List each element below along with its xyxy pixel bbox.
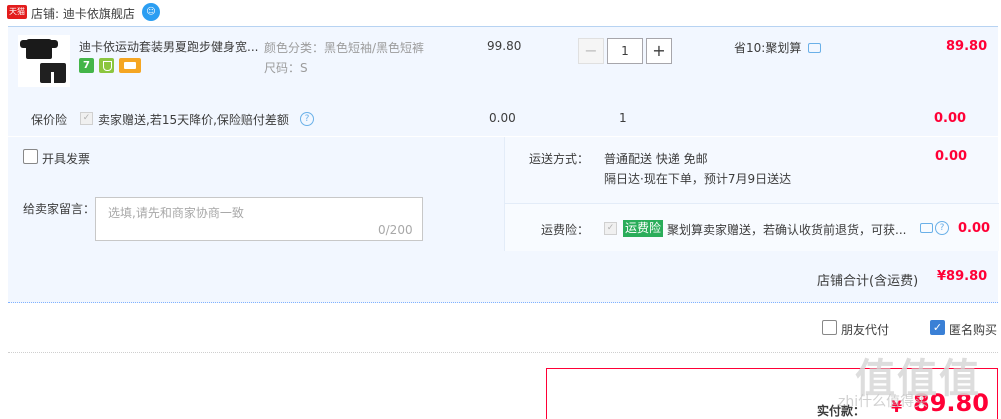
shop-subtotal-row: 店铺合计(含运费) ¥89.80 — [8, 251, 998, 303]
shipping-total: 0.00 — [935, 149, 968, 164]
options-left: 开具发票 给卖家留言： 选填,请先和商家协商一致 0/200 — [8, 137, 496, 251]
insurance-total: 0.00 — [934, 111, 967, 126]
order-options-panel: 开具发票 给卖家留言： 选填,请先和商家协商一致 0/200 运送方式： 普通配… — [8, 137, 999, 251]
freight-insurance-total: 0.00 — [958, 221, 991, 236]
freight-insurance-label: 运费险： — [541, 223, 590, 237]
item-title-link[interactable]: 迪卡依运动套装男夏跑步健身宽... — [79, 38, 258, 55]
quantity-decrease-button[interactable]: − — [578, 38, 604, 64]
freight-insurance-description: 聚划算卖家赠送，若确认收货前退货，可获... — [667, 223, 907, 237]
subtotal-label: 店铺合计(含运费) — [817, 274, 919, 289]
item-total-price: 89.80 — [946, 39, 988, 54]
sku-color: 颜色分类：黑色短袖/黑色短裤 — [264, 41, 425, 55]
insurance-description: 卖家赠送,若15天降价,保险赔付差额 — [98, 113, 289, 127]
chat-bubble-icon[interactable] — [920, 223, 933, 233]
shop-name[interactable]: 店铺: 迪卡依旗舰店 — [31, 5, 135, 22]
seller-message-input[interactable]: 选填,请先和商家协商一致 0/200 — [95, 197, 423, 241]
invoice-label[interactable]: 开具发票 — [42, 150, 90, 167]
insurance-price: 0.00 — [489, 111, 516, 125]
help-icon[interactable]: ? — [935, 221, 949, 235]
watermark-subtext: zhi什么值得买 — [838, 394, 929, 410]
anonymous-label[interactable]: 匿名购买 — [949, 321, 997, 338]
subtotal-value: ¥89.80 — [937, 269, 988, 284]
shipping-label: 运送方式： — [529, 152, 590, 166]
tmall-logo-icon: 天猫 — [7, 5, 27, 19]
wangwang-chat-icon[interactable]: ☺ — [142, 3, 160, 21]
tshirt-icon — [20, 39, 58, 59]
sku-size: 尺码：S — [264, 61, 308, 75]
promo-discount: 省10:聚划算 — [734, 41, 802, 55]
insurance-quantity: 1 — [619, 111, 627, 125]
message-placeholder: 选填,请先和商家协商一致 — [108, 206, 244, 220]
freight-insurance-row: 运费险： ✓ 运费险 聚划算卖家赠送，若确认收货前退货，可获... ? 0.00 — [505, 203, 999, 251]
quantity-input[interactable]: 1 — [607, 38, 643, 64]
divider — [8, 352, 998, 353]
shipping-panel: 运送方式： 普通配送 快递 免邮 隔日达·现在下单，预计7月9日送达 0.00 … — [504, 137, 999, 251]
shipping-eta: 隔日达·现在下单，预计7月9日送达 — [604, 172, 792, 186]
anonymous-checkbox[interactable]: ✓ — [930, 320, 945, 335]
help-icon[interactable]: ? — [300, 112, 314, 126]
friend-pay-checkbox[interactable] — [822, 320, 837, 335]
friend-pay-label[interactable]: 朋友代付 — [841, 321, 889, 338]
quantity-increase-button[interactable]: + — [646, 38, 672, 64]
shorts-icon — [40, 63, 66, 83]
insurance-label: 保价险 — [31, 113, 68, 127]
message-char-count: 0/200 — [378, 223, 413, 237]
message-label: 给卖家留言： — [23, 202, 96, 216]
seven-day-return-badge[interactable]: 7 — [79, 58, 94, 73]
shop-header: 天猫 店铺: 迪卡依旗舰店 ☺ — [0, 0, 1001, 26]
product-thumbnail[interactable] — [18, 35, 70, 87]
invoice-checkbox[interactable] — [23, 149, 38, 164]
freight-insurance-tag: 运费险 — [623, 220, 664, 237]
shield-icon[interactable] — [99, 58, 114, 73]
insurance-checkbox: ✓ — [80, 112, 93, 125]
card-icon[interactable] — [119, 58, 141, 73]
freight-insurance-checkbox: ✓ — [604, 222, 617, 235]
shipping-method: 普通配送 快递 免邮 — [604, 152, 708, 166]
order-item-panel: 迪卡依运动套装男夏跑步健身宽... 7 颜色分类：黑色短袖/黑色短裤 尺码：S … — [8, 26, 998, 136]
chat-bubble-icon[interactable] — [808, 43, 821, 53]
unit-price: 99.80 — [487, 39, 522, 53]
